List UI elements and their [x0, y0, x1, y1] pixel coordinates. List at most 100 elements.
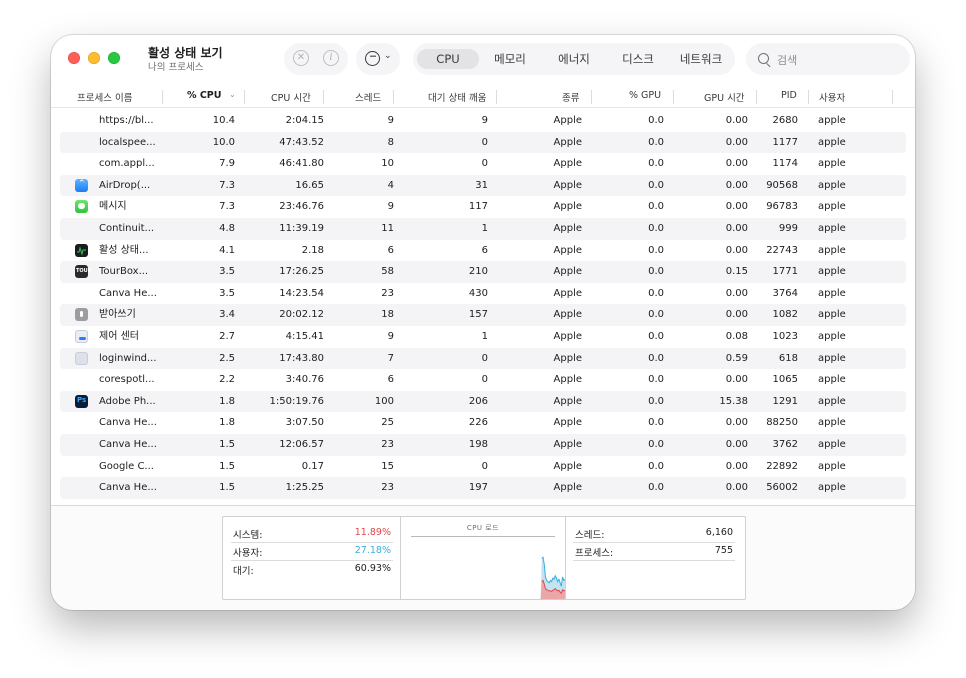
table-row[interactable]: Canva He... 1.8 3:07.50 25 226 Apple 0.0 0.00 88…	[60, 412, 906, 434]
close-window-button[interactable]	[68, 52, 80, 64]
column-separator[interactable]	[162, 90, 163, 104]
cell-idle-wakeups: 0	[481, 460, 488, 472]
table-row[interactable]: com.appl... 7.9 46:41.80 10 0 Apple 0.0 0.00 117…	[60, 153, 906, 175]
threads-label: 스레드:	[575, 530, 605, 541]
cell-cpu-percent: 1.8	[219, 417, 235, 429]
process-action-group: ✕ i	[284, 43, 348, 75]
zoom-window-button[interactable]	[108, 52, 120, 64]
stop-process-button[interactable]: ✕	[293, 50, 309, 66]
table-row[interactable]: Google C... 1.5 0.17 15 0 Apple 0.0 0.00 22892 ap…	[60, 456, 906, 478]
tab-energy[interactable]: 에너지	[549, 49, 599, 69]
cell-process-name: Google C...	[99, 460, 154, 472]
table-row[interactable]: 제어 센터 2.7 4:15.41 9 1 Apple 0.0 0.08 1023 apple	[60, 326, 906, 348]
search-field[interactable]: 검색	[746, 43, 910, 75]
column-separator[interactable]	[808, 90, 809, 104]
table-row[interactable]: 활성 상태... 4.1 2.18 6 6 Apple 0.0 0.00 22743 apple	[60, 240, 906, 262]
cell-pid: 88250	[766, 417, 798, 429]
column-separator[interactable]	[892, 90, 893, 104]
column-header-threads[interactable]: 스레드	[355, 90, 381, 104]
table-row[interactable]: loginwind... 2.5 17:43.80 7 0 Apple 0.0 0.59 618…	[60, 347, 906, 370]
table-row[interactable]: Canva He... 1.5 1:25.25 23 197 Apple 0.0 0.00 56…	[60, 477, 906, 499]
cell-thread-count: 58	[381, 266, 394, 278]
cell-user: apple	[818, 482, 846, 494]
cell-idle-wakeups: 1	[481, 330, 488, 342]
tab-network[interactable]: 네트워크	[671, 49, 731, 69]
cell-cpu-time: 17:43.80	[279, 352, 324, 364]
cell-kind: Apple	[553, 287, 582, 299]
cell-kind: Apple	[553, 244, 582, 256]
processes-value: 755	[714, 545, 733, 556]
cell-gpu-time: 0.00	[725, 158, 748, 170]
cell-thread-count: 25	[381, 417, 394, 429]
table-row[interactable]: 메시지 7.3 23:46.76 9 117 Apple 0.0 0.00 96783 apple	[60, 196, 906, 218]
tab-disk[interactable]: 디스크	[613, 49, 663, 69]
cell-gpu-time: 0.00	[725, 136, 748, 148]
table-row[interactable]: corespotl... 2.2 3:40.76 6 0 Apple 0.0 0.00 1065…	[60, 369, 906, 391]
column-separator[interactable]	[756, 90, 757, 104]
cell-cpu-time: 3:40.76	[285, 374, 324, 386]
table-row[interactable]: Canva He... 1.5 12:06.57 23 198 Apple 0.0 0.00 3…	[60, 433, 906, 456]
column-separator[interactable]	[393, 90, 394, 104]
column-separator[interactable]	[244, 90, 245, 104]
cpu-load-graph	[411, 556, 565, 599]
cell-user: apple	[818, 158, 846, 170]
column-separator[interactable]	[323, 90, 324, 104]
minimize-window-button[interactable]	[88, 52, 100, 64]
cell-idle-wakeups: 6	[481, 244, 488, 256]
tab-memory[interactable]: 메모리	[485, 49, 535, 69]
table-row[interactable]: Canva He... 3.5 14:23.54 23 430 Apple 0.0 0.00 3…	[60, 283, 906, 305]
cell-idle-wakeups: 430	[468, 287, 488, 299]
table-row[interactable]: TOUR TourBox... 3.5 17:26.25 58 210 Apple 0.0 0.…	[60, 261, 906, 283]
cell-process-name: AirDrop(...	[99, 179, 151, 191]
column-header-kind[interactable]: 종류	[562, 90, 579, 104]
cell-cpu-percent: 4.1	[219, 244, 235, 256]
cell-process-name: TourBox...	[99, 266, 149, 278]
cell-pid: 1065	[772, 374, 798, 386]
table-row[interactable]: 받아쓰기 3.4 20:02.12 18 157 Apple 0.0 0.00 1082 appl…	[60, 304, 906, 326]
column-separator[interactable]	[673, 90, 674, 104]
cell-thread-count: 9	[387, 330, 394, 342]
search-input-placeholder[interactable]: 검색	[777, 52, 797, 68]
cell-kind: Apple	[553, 136, 582, 148]
table-row[interactable]: Ps Adobe Ph... 1.8 1:50:19.76 100 206 Apple 0.0…	[60, 390, 906, 413]
cell-gpu-time: 0.00	[725, 460, 748, 472]
table-row[interactable]: ⌃ AirDrop(... 7.3 16.65 4 31 Apple 0.0 0.00 90568…	[60, 174, 906, 197]
cell-process-name: Continuit...	[99, 222, 155, 234]
cell-kind: Apple	[553, 115, 582, 126]
column-header-process-name[interactable]: 프로세스 이름	[77, 90, 132, 104]
column-header-gpu-time[interactable]: GPU 시간	[704, 90, 745, 104]
cell-process-name: com.appl...	[99, 158, 155, 170]
table-row[interactable]: Continuit... 4.8 11:39.19 11 1 Apple 0.0 0.00 99…	[60, 217, 906, 240]
column-separator[interactable]	[496, 90, 497, 104]
column-header-user[interactable]: 사용자	[819, 90, 845, 104]
tab-cpu[interactable]: CPU	[417, 49, 479, 69]
cell-kind: Apple	[553, 352, 582, 364]
cell-cpu-time: 23:46.76	[279, 201, 324, 213]
table-row[interactable]: https://bl... 10.4 2:04.15 9 9 Apple 0.0 0.00 26…	[60, 110, 906, 132]
column-header-gpu-percent[interactable]: % GPU	[629, 90, 661, 101]
cpu-load-title: CPU 로드	[466, 524, 500, 532]
cell-gpu-percent: 0.0	[648, 309, 664, 321]
cell-cpu-time: 2:04.15	[285, 115, 324, 126]
cell-gpu-percent: 0.0	[648, 266, 664, 278]
cell-gpu-time: 0.08	[725, 330, 748, 342]
activity-monitor-window: 활성 상태 보기 나의 프로세스 ✕ i ··· ⌄ CPU 메모리 에너지 디…	[51, 35, 915, 610]
cell-pid: 90568	[766, 179, 798, 191]
inspect-process-button[interactable]: i	[323, 50, 339, 66]
column-header-pid[interactable]: PID	[781, 90, 797, 101]
cell-process-name: Canva He...	[99, 417, 157, 429]
column-header-idle-wakeups[interactable]: 대기 상태 깨움	[428, 90, 486, 104]
cell-cpu-percent: 10.0	[212, 136, 235, 148]
table-row[interactable]: localspee... 10.0 47:43.52 8 0 Apple 0.0 0.00 11…	[60, 131, 906, 154]
cell-idle-wakeups: 0	[481, 374, 488, 386]
cell-pid: 22743	[766, 244, 798, 256]
column-separator[interactable]	[591, 90, 592, 104]
more-actions-button[interactable]: ··· ⌄	[356, 43, 400, 75]
sort-descending-icon: ⌄	[229, 90, 236, 99]
cell-cpu-time: 11:39.19	[279, 222, 324, 234]
x-circle-icon: ✕	[296, 52, 306, 63]
column-header-cpu-percent[interactable]: % CPU	[187, 90, 221, 101]
cell-thread-count: 100	[374, 395, 394, 407]
column-header-cpu-time[interactable]: CPU 시간	[271, 90, 311, 104]
system-label: 시스템:	[233, 530, 263, 541]
